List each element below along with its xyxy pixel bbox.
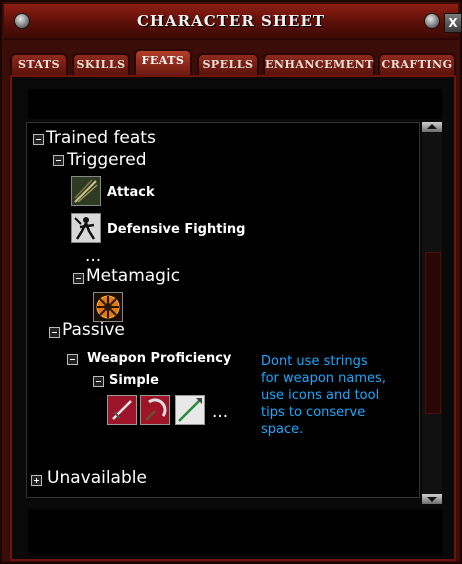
- tree-scrollbar[interactable]: [422, 122, 442, 504]
- more-feats-ellipsis: ...: [85, 246, 102, 266]
- sickle-icon[interactable]: [140, 395, 170, 425]
- panel-header-bar: [28, 89, 442, 119]
- collapse-passive-icon[interactable]: [49, 327, 60, 338]
- tab-feats[interactable]: FEATS: [134, 49, 192, 75]
- sword-slash-icon[interactable]: [71, 176, 101, 206]
- tree-node-unavailable[interactable]: Unavailable: [47, 468, 147, 488]
- spear-icon[interactable]: [175, 395, 205, 425]
- window-title: CHARACTER SHEET: [136, 12, 326, 30]
- defensive-stance-icon[interactable]: [71, 213, 101, 243]
- character-sheet-window: CHARACTER SHEET X STATS SKILLS FEATS SPE…: [0, 0, 462, 564]
- scroll-up-button[interactable]: [422, 122, 442, 132]
- metamagic-sun-icon[interactable]: [93, 292, 123, 322]
- feats-tree: Trained feats Triggered Attack Defensive…: [26, 122, 420, 498]
- collapse-trained-icon[interactable]: [33, 134, 44, 145]
- tree-node-passive[interactable]: Passive: [62, 320, 125, 340]
- feat-attack-label[interactable]: Attack: [107, 185, 155, 200]
- scroll-thumb[interactable]: [425, 252, 441, 414]
- tab-bar: STATS SKILLS FEATS SPELLS ENHANCEMENT CR…: [10, 49, 456, 75]
- collapse-metamagic-icon[interactable]: [73, 273, 84, 284]
- collapse-simple-icon[interactable]: [93, 376, 104, 387]
- tab-stats[interactable]: STATS: [10, 53, 68, 75]
- title-bar[interactable]: CHARACTER SHEET X: [4, 4, 462, 40]
- close-button[interactable]: X: [444, 13, 462, 33]
- tab-crafting[interactable]: CRAFTING: [378, 53, 456, 75]
- tab-enhancement[interactable]: ENHANCEMENT: [263, 53, 375, 75]
- tab-skills[interactable]: SKILLS: [72, 53, 130, 75]
- tree-node-triggered[interactable]: Triggered: [67, 150, 147, 170]
- title-gem-right-icon: [424, 13, 440, 29]
- tree-node-weapon-proficiency[interactable]: Weapon Proficiency: [87, 351, 231, 366]
- collapse-weapon-proficiency-icon[interactable]: [67, 354, 78, 365]
- more-weapons-ellipsis: ...: [212, 402, 229, 422]
- collapse-triggered-icon[interactable]: [53, 155, 64, 166]
- tree-node-trained-feats[interactable]: Trained feats: [46, 128, 156, 148]
- tab-spells[interactable]: SPELLS: [197, 53, 259, 75]
- scroll-down-button[interactable]: [422, 494, 442, 504]
- tree-node-metamagic[interactable]: Metamagic: [86, 266, 180, 286]
- dagger-icon[interactable]: [107, 395, 137, 425]
- design-annotation-note: Dont use strings for weapon names, use i…: [261, 354, 386, 437]
- feats-panel: Trained feats Triggered Attack Defensive…: [10, 75, 456, 561]
- tree-node-simple[interactable]: Simple: [109, 373, 159, 388]
- expand-unavailable-icon[interactable]: [31, 475, 42, 486]
- panel-footer-bar: [28, 509, 442, 555]
- feat-defensive-fighting-label[interactable]: Defensive Fighting: [107, 222, 245, 237]
